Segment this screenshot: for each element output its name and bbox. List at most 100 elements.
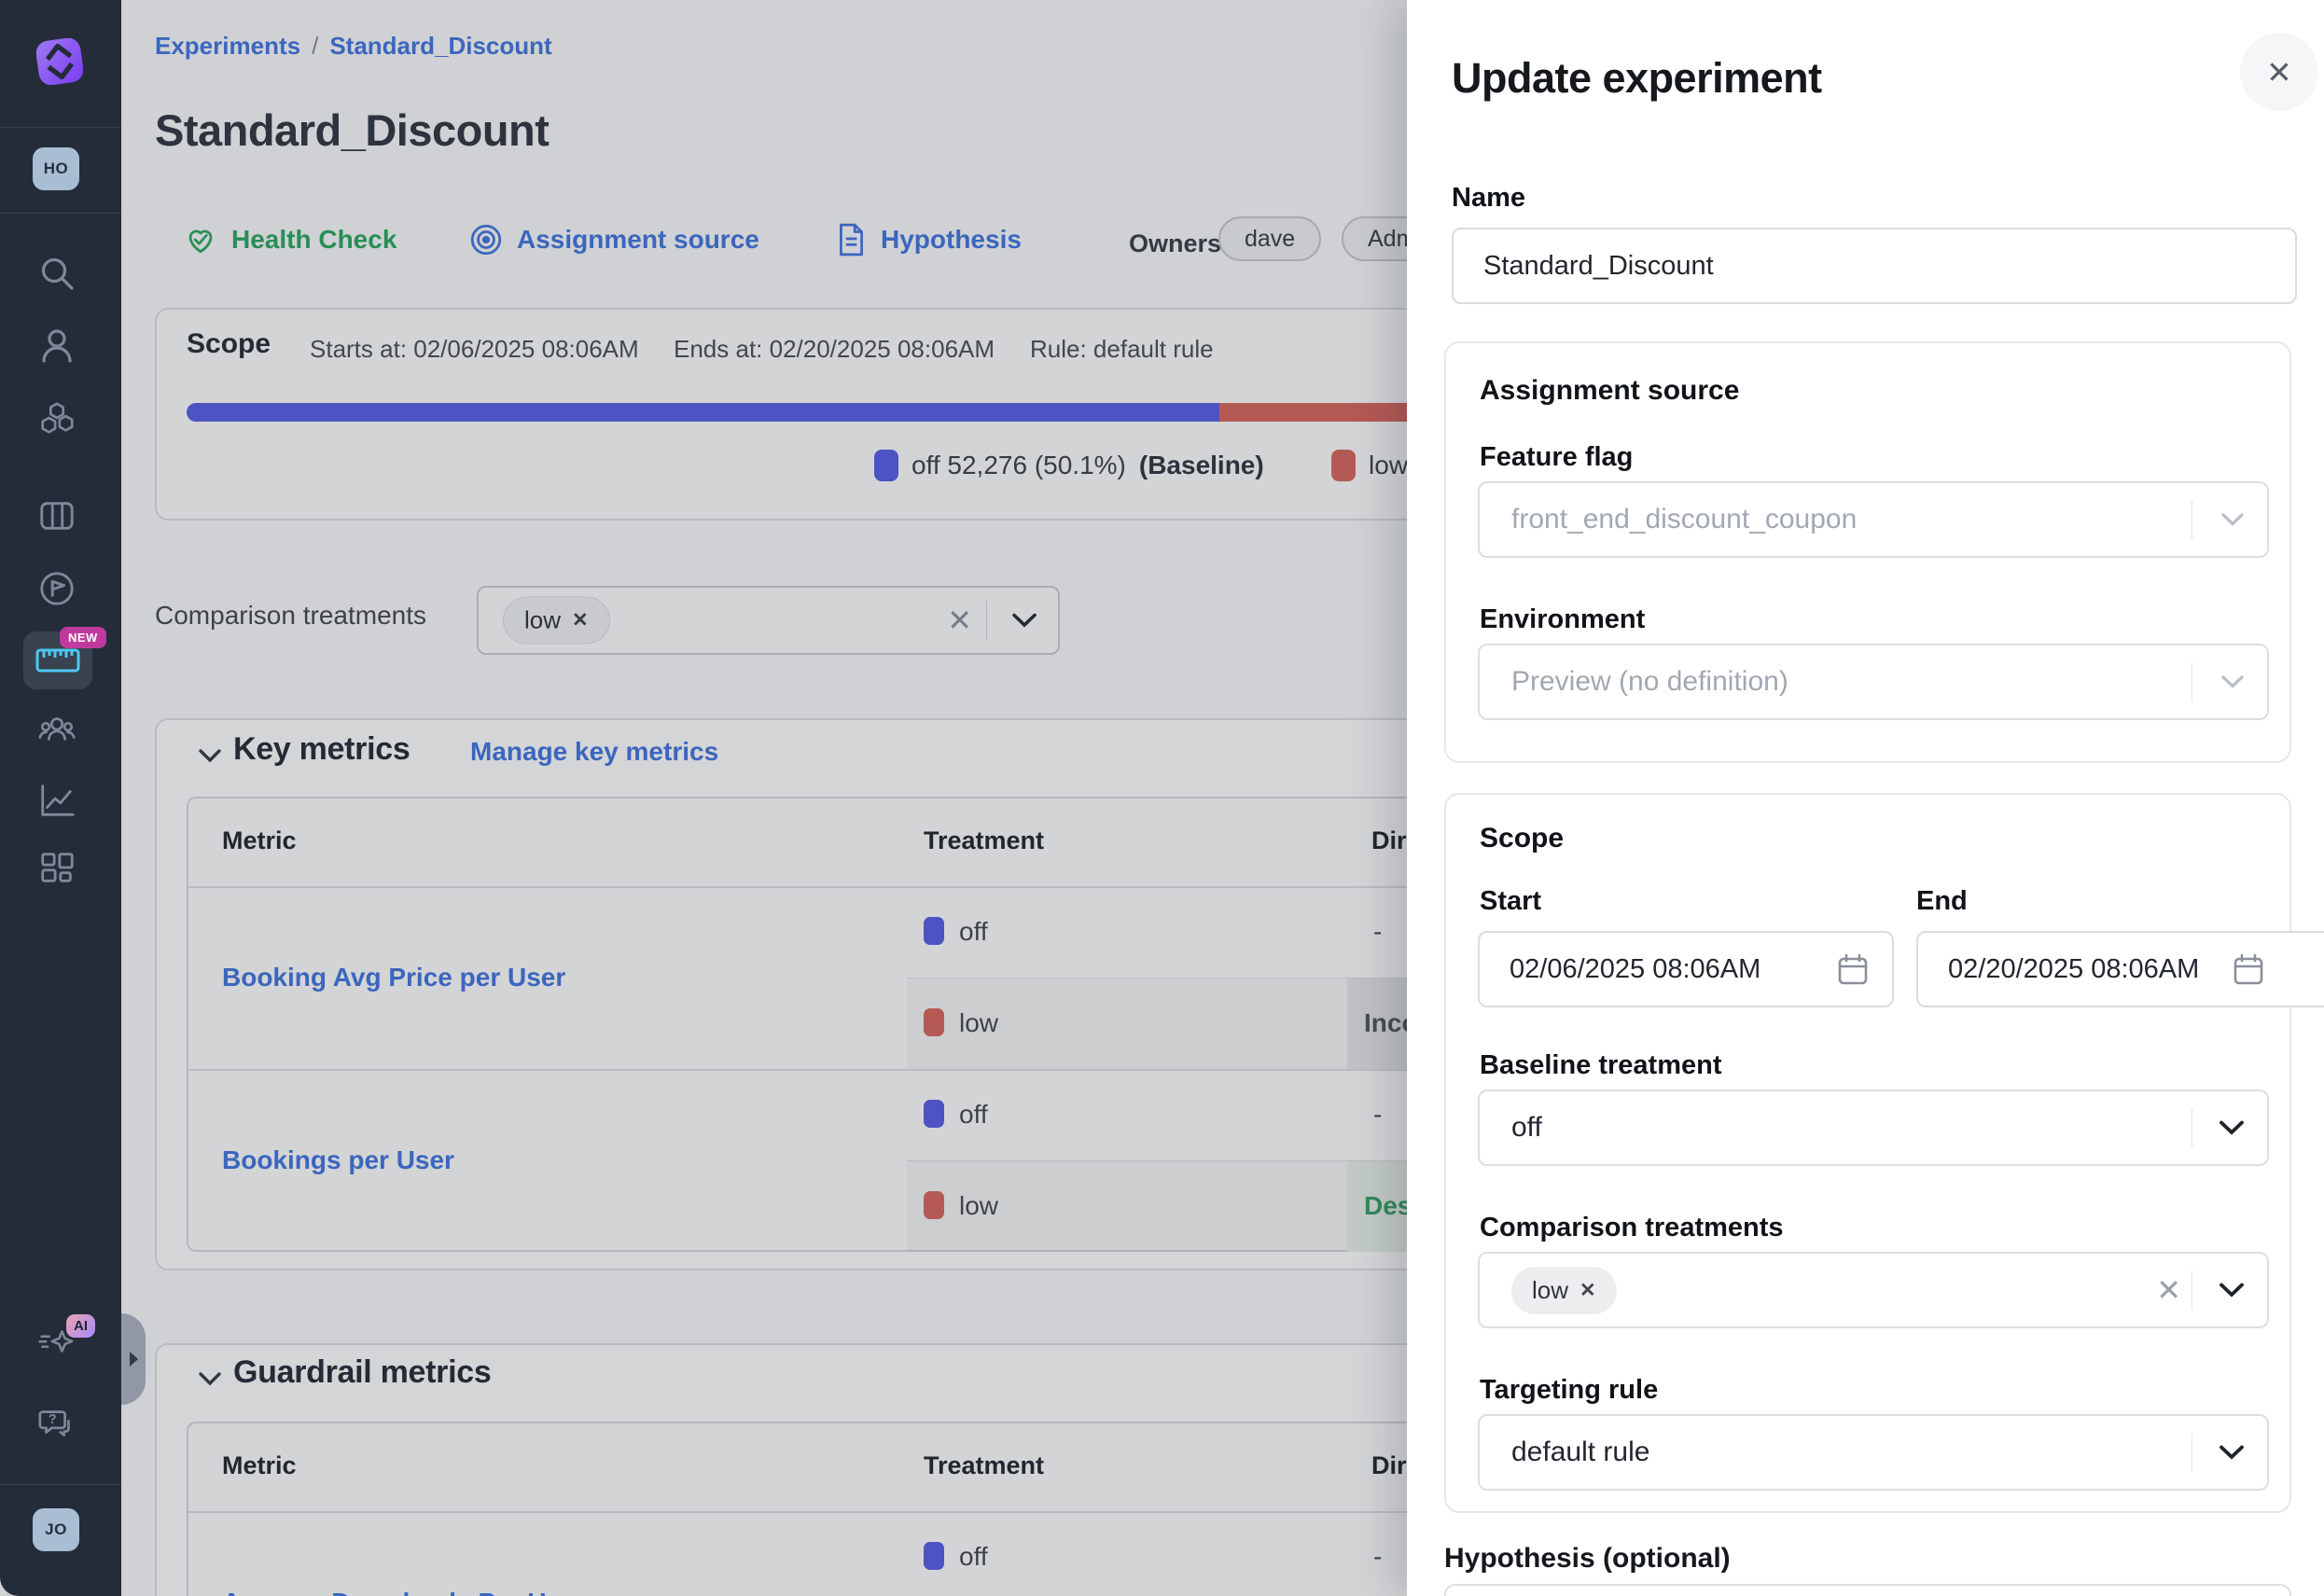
start-label: Start [1480,886,1541,917]
scope-rule: Rule: default rule [1030,335,1214,364]
close-icon: ✕ [2266,54,2292,90]
comparison-treatments-select[interactable]: low ✕ ✕ [477,586,1060,655]
targeting-rule-select[interactable]: default rule [1478,1414,2269,1491]
low-swatch [924,1008,944,1036]
chevron-down-icon[interactable] [2219,1120,2245,1136]
layers-icon[interactable] [37,496,77,535]
environment-value: Preview (no definition) [1511,666,1788,698]
col-treatment: Treatment [924,826,1044,855]
audiences-icon[interactable] [37,710,77,749]
targeting-rule-label: Targeting rule [1480,1375,1658,1406]
name-value: Standard_Discount [1483,251,1714,282]
collapse-chevron-icon[interactable] [198,748,222,764]
off-swatch [924,1542,944,1570]
feature-gates-icon[interactable] [37,398,77,437]
new-badge: NEW [60,627,106,648]
arrow-right-icon [128,1351,139,1367]
metric-link-avg-downloads[interactable]: Average Downloads Per User [222,1588,586,1596]
start-date-value: 02/06/2025 08:06AM [1510,954,1760,985]
legend-baseline-suffix: (Baseline) [1139,451,1264,480]
drawer-title: Update experiment [1452,54,1822,103]
end-label: End [1916,886,1968,917]
collapse-chevron-icon[interactable] [198,1371,222,1387]
target-icon [468,222,504,257]
treatment-name: low [959,1191,998,1221]
treatment-name: off [959,1100,988,1130]
baseline-treatment-value: off [1511,1112,1542,1144]
scope-banner-title: Scope [187,328,271,360]
breadcrumb-current[interactable]: Standard_Discount [329,32,551,60]
owners-label: Owners: [1129,229,1230,258]
sidebar-divider [0,127,121,128]
health-check-label: Health Check [231,225,397,255]
direction-value: - [1373,1100,1382,1130]
baseline-treatment-label: Baseline treatment [1480,1050,1722,1081]
owner-chip-dave[interactable]: dave [1218,216,1321,261]
chevron-down-icon[interactable] [2219,1445,2245,1461]
legend-baseline-label: off 52,276 (50.1%) [912,451,1126,480]
col-metric: Metric [222,826,297,855]
statsig-logo[interactable] [36,38,83,85]
treatment-name: low [959,1008,998,1038]
chip-label: low [524,606,561,635]
col-treatment: Treatment [924,1451,1044,1480]
search-icon[interactable] [37,254,77,293]
off-swatch [924,1100,944,1128]
calendar-icon[interactable] [1834,951,1872,988]
off-swatch [874,450,898,481]
hypothesis-label: Hypothesis [881,225,1022,255]
metrics-chart-icon[interactable] [37,781,77,820]
chevron-down-icon [2220,674,2245,689]
col-metric: Metric [222,1451,297,1480]
name-input[interactable]: Standard_Discount [1452,228,2297,304]
svg-text:?: ? [49,1412,57,1427]
comparison-treatments-label: Comparison treatments [155,601,426,631]
heart-check-icon [183,222,218,257]
logo-icon [36,38,83,85]
environment-label: Environment [1480,604,1645,635]
legend-comparison-label: low [1369,451,1408,480]
treatment-name: off [959,1542,988,1572]
guardrail-metrics-title: Guardrail metrics [233,1354,491,1391]
health-check-link[interactable]: Health Check [183,222,397,257]
calendar-icon[interactable] [2230,951,2267,988]
clear-icon[interactable]: ✕ [947,603,972,638]
name-label: Name [1452,183,1525,214]
workspace-avatar[interactable]: HO [33,147,79,190]
user-avatar[interactable]: JO [33,1508,79,1551]
panel-expand-handle[interactable] [121,1313,146,1405]
chip-remove-icon[interactable]: ✕ [572,609,589,632]
start-date-input[interactable]: 02/06/2025 08:06AM [1478,931,1894,1007]
dashboards-icon[interactable] [37,848,77,887]
scope-starts-at: Starts at: 02/06/2025 08:06AM [310,335,639,364]
clear-icon[interactable]: ✕ [2156,1272,2181,1308]
breadcrumb-experiments[interactable]: Experiments [155,32,300,60]
hypothesis-link[interactable]: Hypothesis [834,222,1022,257]
hypothesis-textarea[interactable] [1444,1584,2291,1596]
end-date-input[interactable]: 02/20/2025 08:06AM [1916,931,2324,1007]
scope-title: Scope [1480,823,1564,854]
chip-remove-icon[interactable]: ✕ [1579,1279,1596,1302]
help-icon[interactable]: ? [37,1405,77,1444]
treatment-name: off [959,917,988,947]
manage-key-metrics-link[interactable]: Manage key metrics [470,737,718,767]
metric-link-bookings-per-user[interactable]: Bookings per User [222,1145,454,1175]
treatment-chip-low[interactable]: low ✕ [503,597,610,645]
update-experiment-drawer: ✕ Update experiment Name Standard_Discou… [1407,0,2324,1596]
sidebar-divider [0,213,121,214]
chevron-down-icon[interactable] [1011,613,1037,629]
direction-value: - [1373,1542,1382,1572]
environment-select: Preview (no definition) [1478,644,2269,720]
comparison-treatments-select[interactable]: low ✕ ✕ [1478,1252,2269,1328]
chevron-down-icon[interactable] [2219,1283,2245,1298]
assignment-source-link[interactable]: Assignment source [468,222,759,257]
treatment-chip-low[interactable]: low ✕ [1511,1267,1617,1314]
release-flag-icon[interactable] [37,569,77,608]
comparison-treatments-label: Comparison treatments [1480,1213,1784,1243]
metric-link-booking-avg-price[interactable]: Booking Avg Price per User [222,963,565,992]
user-icon[interactable] [37,326,77,366]
end-date-value: 02/20/2025 08:06AM [1948,954,2199,985]
baseline-treatment-select[interactable]: off [1478,1089,2269,1166]
breadcrumb: Experiments/Standard_Discount [155,32,552,61]
close-button[interactable]: ✕ [2240,33,2318,111]
